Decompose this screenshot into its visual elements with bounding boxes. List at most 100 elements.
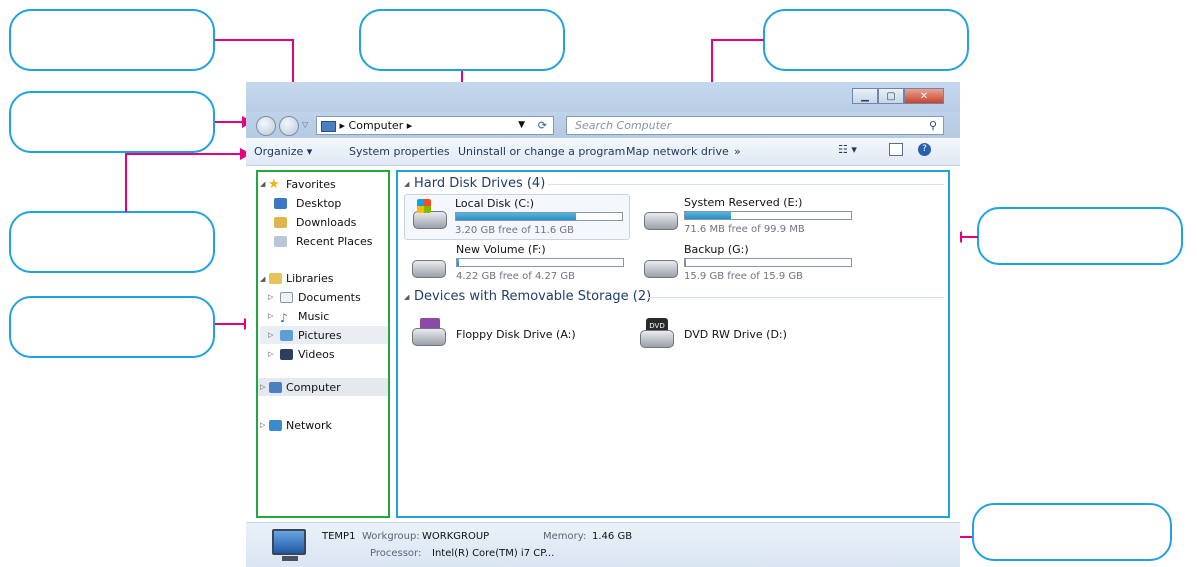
drive-tile-c[interactable]: Local Disk (C:) 3.20 GB free of 11.6 GB [404,194,630,240]
expand-pictures-icon[interactable]: ▷ [268,331,273,339]
collapse-group-icon[interactable]: ◢ [404,180,409,188]
memory-value: 1.46 GB [592,531,633,542]
documents-icon [280,292,293,303]
nav-item-network[interactable]: Network [286,419,332,432]
expand-videos-icon[interactable]: ▷ [268,350,273,358]
drive-g-icon [644,260,678,278]
drive-usage-fill [457,259,459,266]
drive-name[interactable]: System Reserved (E:) [684,196,802,209]
back-button[interactable] [256,116,276,136]
address-bar[interactable]: ▸ Computer ▸ ▼ ⟳ [316,116,554,135]
nav-item-videos[interactable]: Videos [298,348,335,361]
nav-item-favorites[interactable]: Favorites [286,178,336,191]
videos-icon [280,349,293,360]
removable-drive-name[interactable]: DVD RW Drive (D:) [684,328,787,341]
details-pane: TEMP1 Workgroup: WORKGROUP Memory: 1.46 … [246,522,960,567]
group-divider [548,184,944,185]
group-header-hard-disk-drives[interactable]: Hard Disk Drives (4) [414,176,545,191]
drive-name[interactable]: New Volume (F:) [456,243,546,256]
computer-name: TEMP1 [322,531,356,542]
monitor-stand-icon [282,556,298,561]
drive-usage-bar [684,258,852,267]
drive-usage-bar [455,212,623,221]
system-properties-button[interactable]: System properties [349,145,450,158]
group-header-removable-storage[interactable]: Devices with Removable Storage (2) [414,289,651,304]
nav-item-pictures[interactable]: Pictures [298,329,342,342]
arrow-line [215,39,293,41]
arrow-line [712,39,764,41]
minimize-button[interactable]: ▁ [852,88,878,104]
command-bar: Organize ▾ System properties Uninstall o… [246,138,960,166]
drive-usage-bar [456,258,624,267]
recent-pages-icon[interactable]: ▽ [302,120,308,129]
drive-free-space: 3.20 GB free of 11.6 GB [455,225,574,236]
nav-item-libraries[interactable]: Libraries [286,272,334,285]
drive-name[interactable]: Backup (G:) [684,243,749,256]
computer-monitor-icon [272,529,306,555]
drive-usage-fill [456,213,576,220]
map-network-drive-button[interactable]: Map network drive [626,145,729,158]
processor-label: Processor: [370,548,422,559]
nav-item-downloads[interactable]: Downloads [296,216,356,229]
drive-name: Local Disk (C:) [455,197,535,210]
arrow-line [215,121,243,123]
breadcrumb-computer[interactable]: Computer [349,119,404,132]
close-button[interactable]: ✕ [904,88,944,104]
expand-libraries-icon[interactable]: ◢ [260,275,265,283]
search-input[interactable]: Search Computer ⚲ [566,116,944,135]
nav-item-documents[interactable]: Documents [298,291,361,304]
callout-back-forward [9,9,215,71]
explorer-window: ▁ ▢ ✕ ▽ ▸ Computer ▸ ▼ ⟳ Search Computer… [246,82,960,567]
drive-usage-fill [685,212,731,219]
group-divider [648,297,944,298]
navigation-pane: ◢ ★ Favorites Desktop Downloads Recent P… [256,170,390,518]
expand-network-icon[interactable]: ▷ [260,421,265,429]
workgroup-value: WORKGROUP [422,531,490,542]
expand-favorites-icon[interactable]: ◢ [260,180,265,188]
refresh-icon[interactable]: ⟳ [538,117,547,134]
change-view-icon[interactable]: ☷ ▾ [838,143,857,156]
computer-icon [269,382,282,393]
memory-label: Memory: [543,531,587,542]
callout-search-box [763,9,969,71]
drive-free-space: 71.6 MB free of 99.9 MB [684,224,805,235]
callout-address-bar [359,9,565,71]
arrow-line [125,153,241,155]
preview-pane-icon[interactable] [889,143,903,156]
collapse-group-icon[interactable]: ◢ [404,293,409,301]
pictures-icon [280,330,293,341]
expand-music-icon[interactable]: ▷ [268,312,273,320]
dvd-drive-icon: DVD [638,318,676,348]
nav-item-music[interactable]: Music [298,310,329,323]
removable-drive-name[interactable]: Floppy Disk Drive (A:) [456,328,576,341]
arrow-line [125,153,127,212]
address-dropdown-icon[interactable]: ▼ [518,117,525,134]
help-icon[interactable]: ? [918,143,931,156]
arrow-line [961,236,978,238]
uninstall-program-button[interactable]: Uninstall or change a program [458,145,625,158]
star-icon: ★ [268,177,280,192]
arrow-line [215,323,245,325]
callout-details-pane [972,503,1172,561]
nav-item-desktop[interactable]: Desktop [296,197,341,210]
music-icon: ♪ [280,311,288,325]
expand-documents-icon[interactable]: ▷ [268,293,273,301]
nav-item-recent-places[interactable]: Recent Places [296,235,373,248]
more-commands-button[interactable]: » [734,145,741,158]
drive-e-icon [644,212,678,230]
drive-f-icon [412,260,446,278]
title-bar: ▁ ▢ ✕ [246,82,960,112]
libraries-icon [269,273,282,284]
nav-item-computer[interactable]: Computer [286,381,341,394]
maximize-button[interactable]: ▢ [878,88,904,104]
organize-button[interactable]: Organize ▾ [254,145,312,158]
forward-button[interactable] [279,116,299,136]
workgroup-label: Workgroup: [362,531,420,542]
computer-icon [321,120,336,132]
expand-computer-icon[interactable]: ▷ [260,383,265,391]
windows-drive-icon [413,211,447,229]
search-icon[interactable]: ⚲ [929,117,937,134]
recent-places-icon [274,236,287,247]
desktop-icon [274,198,287,209]
callout-content-pane [977,207,1183,265]
